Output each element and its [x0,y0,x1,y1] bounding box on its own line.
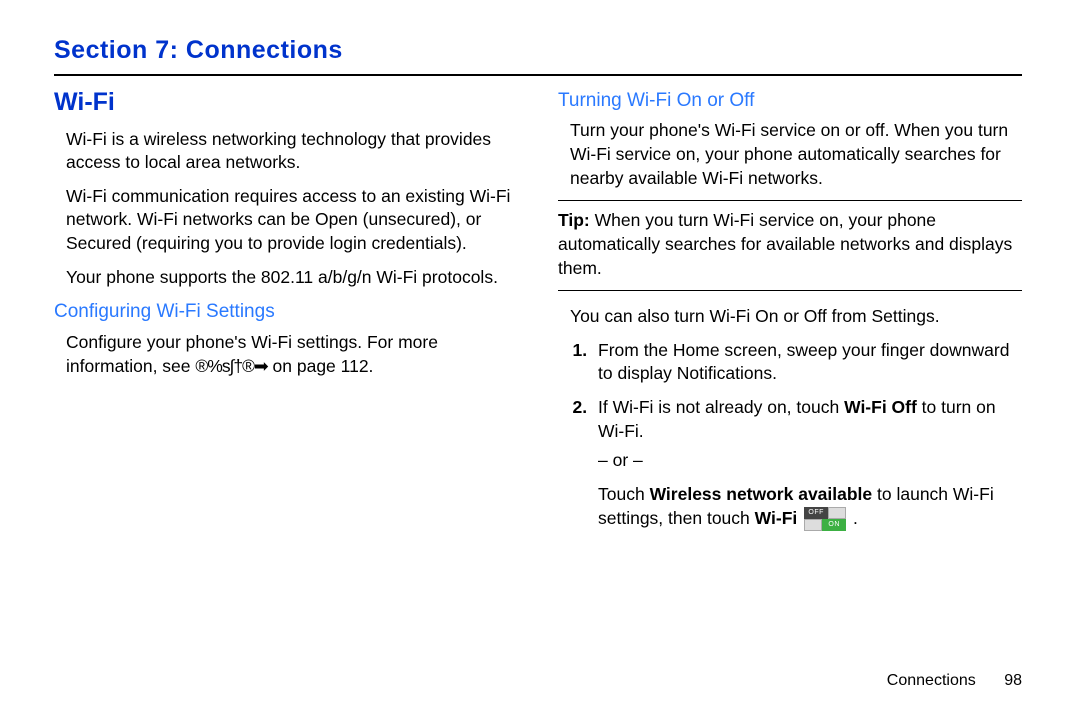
wifi-toggle-icon: OFF ON [804,507,846,529]
right-column: Turning Wi-Fi On or Off Turn your phone'… [558,86,1022,540]
page-number: 98 [1004,672,1022,689]
heading-wifi: Wi-Fi [54,86,518,120]
left-column: Wi-Fi Wi-Fi is a wireless networking tec… [54,86,518,540]
tip-block: Tip: When you turn Wi-Fi service on, you… [558,200,1022,291]
wifi-off-label: Wi-Fi Off [844,397,917,417]
step-2a: If Wi-Fi is not already on, touch [598,397,844,417]
wifi-label: Wi-Fi [755,508,798,528]
wifi-intro-1: Wi-Fi is a wireless networking technolog… [66,128,518,175]
tip-text: Tip: When you turn Wi-Fi service on, you… [558,209,1022,280]
content-columns: Wi-Fi Wi-Fi is a wireless networking tec… [54,86,1022,540]
page-footer: Connections 98 [887,670,1022,692]
toggle-off-knob [828,507,846,519]
wireless-available-label: Wireless network available [650,484,873,504]
reference-icons: ®%s∫†®➡ [195,356,267,376]
subheading-turning: Turning Wi-Fi On or Off [558,88,1022,114]
toggle-off-label: OFF [804,507,828,519]
tip-body: When you turn Wi-Fi service on, your pho… [558,210,1012,277]
steps-list: From the Home screen, sweep your finger … [592,339,1022,530]
step-2c-a: Touch [598,484,650,504]
or-divider: – or – [598,449,1022,473]
configure-text-b: on page 112. [268,356,374,376]
toggle-on-knob [804,519,822,531]
tip-label: Tip: [558,210,590,230]
turning-intro: Turn your phone's Wi-Fi service on or of… [570,119,1022,190]
step-2: If Wi-Fi is not already on, touch Wi-Fi … [592,396,1022,530]
section-title: Section 7: Connections [54,34,1022,76]
footer-label: Connections [887,672,976,689]
step-2c-period: . [848,508,858,528]
configure-reference: Configure your phone's Wi-Fi settings. F… [66,331,518,378]
toggle-on-label: ON [822,519,846,531]
settings-note: You can also turn Wi-Fi On or Off from S… [570,305,1022,329]
step-1: From the Home screen, sweep your finger … [592,339,1022,386]
step-1-text: From the Home screen, sweep your finger … [598,340,1009,384]
subheading-configuring: Configuring Wi-Fi Settings [54,299,518,325]
wifi-intro-2: Wi-Fi communication requires access to a… [66,185,518,256]
wifi-protocols: Your phone supports the 802.11 a/b/g/n W… [66,266,518,290]
